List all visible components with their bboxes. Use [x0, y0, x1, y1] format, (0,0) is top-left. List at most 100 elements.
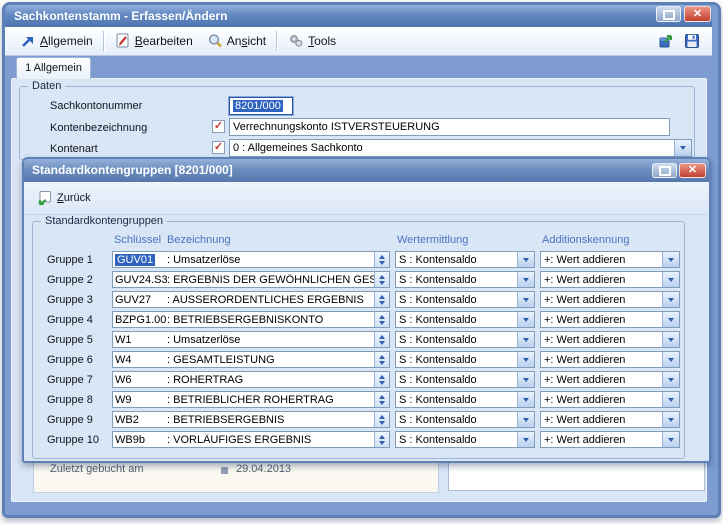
- column-header-schluessel: Schlüssel: [114, 234, 161, 246]
- column-header-additionskennung: Additionskennung: [540, 234, 680, 248]
- chevron-down-icon[interactable]: [662, 392, 679, 407]
- chevron-down-icon[interactable]: [662, 352, 679, 367]
- spinner-icon[interactable]: [374, 252, 389, 267]
- wertermittlung-dropdown-gruppe-8[interactable]: S : Kontensaldo: [395, 391, 535, 408]
- menu-allgemein[interactable]: Allgemein: [13, 31, 100, 51]
- zuletzt-gebucht-label: Zuletzt gebucht am: [50, 463, 144, 475]
- chevron-down-icon[interactable]: [517, 352, 534, 367]
- schluessel-field-gruppe-5[interactable]: W1: Umsatzerlöse: [112, 331, 390, 348]
- export-icon[interactable]: [658, 33, 674, 49]
- spinner-icon[interactable]: [374, 352, 389, 367]
- spinner-icon[interactable]: [374, 412, 389, 427]
- wertermittlung-dropdown-gruppe-7[interactable]: S : Kontensaldo: [395, 371, 535, 388]
- bezeichnung-value: : Umsatzerlöse: [167, 254, 374, 266]
- schluessel-field-gruppe-8[interactable]: W9: BETRIEBLICHER ROHERTRAG: [112, 391, 390, 408]
- dialog-titlebar[interactable]: Standardkontengruppen [8201/000]: [24, 159, 709, 182]
- menu-bearbeiten[interactable]: Bearbeiten: [108, 31, 200, 51]
- chevron-down-icon[interactable]: [517, 412, 534, 427]
- tab-allgemein[interactable]: 1 Allgemein: [16, 57, 91, 79]
- additionskennung-dropdown-gruppe-5[interactable]: +: Wert addieren: [540, 331, 680, 348]
- wertermittlung-dropdown-gruppe-10[interactable]: S : Kontensaldo: [395, 431, 535, 448]
- chevron-down-icon[interactable]: [517, 432, 534, 447]
- menu-ansicht[interactable]: Ansicht: [200, 31, 273, 51]
- additionskennung-dropdown-gruppe-8[interactable]: +: Wert addieren: [540, 391, 680, 408]
- kontenbezeichnung-input[interactable]: Verrechnungskonto ISTVERSTEUERUNG: [229, 118, 670, 136]
- schluessel-field-gruppe-7[interactable]: W6: ROHERTRAG: [112, 371, 390, 388]
- wertermittlung-dropdown-gruppe-1[interactable]: S : Kontensaldo: [395, 251, 535, 268]
- bezeichnung-value: : VORLÄUFIGES ERGEBNIS: [167, 434, 374, 446]
- gruppe-row-label: Gruppe 6: [47, 354, 107, 366]
- spinner-icon[interactable]: [374, 392, 389, 407]
- chevron-down-icon[interactable]: [517, 392, 534, 407]
- wertermittlung-dropdown-gruppe-3[interactable]: S : Kontensaldo: [395, 291, 535, 308]
- main-titlebar[interactable]: Sachkontenstamm - Erfassen/Ändern: [5, 5, 712, 27]
- dialog-toolbar: Zurück: [24, 182, 709, 215]
- additionskennung-dropdown-gruppe-9[interactable]: +: Wert addieren: [540, 411, 680, 428]
- menu-tools[interactable]: Tools: [281, 31, 343, 51]
- schluessel-field-gruppe-6[interactable]: W4: GESAMTLEISTUNG: [112, 351, 390, 368]
- schluessel-field-gruppe-4[interactable]: BZPG1.00: BETRIEBSERGEBNISKONTO: [112, 311, 390, 328]
- chevron-down-icon[interactable]: [517, 372, 534, 387]
- save-icon[interactable]: [684, 33, 700, 49]
- wertermittlung-dropdown-gruppe-2[interactable]: S : Kontensaldo: [395, 271, 535, 288]
- wertermittlung-dropdown-gruppe-5[interactable]: S : Kontensaldo: [395, 331, 535, 348]
- chevron-down-icon[interactable]: [662, 412, 679, 427]
- wertermittlung-dropdown-gruppe-9[interactable]: S : Kontensaldo: [395, 411, 535, 428]
- schluessel-value: W9: [113, 394, 167, 406]
- wertermittlung-dropdown-gruppe-6[interactable]: S : Kontensaldo: [395, 351, 535, 368]
- additionskennung-dropdown-gruppe-6[interactable]: +: Wert addieren: [540, 351, 680, 368]
- kontenart-dropdown[interactable]: 0 : Allgemeines Sachkonto: [229, 139, 692, 157]
- dialog-close-button[interactable]: ✕: [679, 163, 706, 178]
- chevron-down-icon[interactable]: [662, 252, 679, 267]
- screen: Sachkontenstamm - Erfassen/Ändern ✕ Allg…: [0, 0, 723, 524]
- close-button[interactable]: ✕: [684, 6, 711, 22]
- chevron-down-icon[interactable]: [674, 140, 691, 156]
- spinner-icon[interactable]: [374, 312, 389, 327]
- chevron-down-icon[interactable]: [662, 332, 679, 347]
- gruppe-row-label: Gruppe 9: [47, 414, 107, 426]
- additionskennung-dropdown-gruppe-10[interactable]: +: Wert addieren: [540, 431, 680, 448]
- chevron-down-icon[interactable]: [517, 252, 534, 267]
- chevron-down-icon[interactable]: [517, 312, 534, 327]
- additionskennung-dropdown-gruppe-2[interactable]: +: Wert addieren: [540, 271, 680, 288]
- gruppe-row-label: Gruppe 4: [47, 314, 107, 326]
- additionskennung-dropdown-gruppe-4[interactable]: +: Wert addieren: [540, 311, 680, 328]
- schluessel-field-gruppe-1[interactable]: GUV01: Umsatzerlöse: [112, 251, 390, 268]
- chevron-down-icon[interactable]: [517, 272, 534, 287]
- maximize-button[interactable]: [656, 6, 681, 22]
- chevron-down-icon[interactable]: [662, 292, 679, 307]
- edit-page-icon: [115, 33, 131, 49]
- column-header-bezeichnung: Bezeichnung: [167, 234, 231, 246]
- zurueck-button[interactable]: Zurück: [32, 187, 99, 209]
- spinner-icon[interactable]: [374, 432, 389, 447]
- kontenbezeichnung-checkbox[interactable]: ✓: [212, 120, 225, 133]
- additionskennung-dropdown-gruppe-7[interactable]: +: Wert addieren: [540, 371, 680, 388]
- schluessel-field-gruppe-3[interactable]: GUV27: AUSSERORDENTLICHES ERGEBNIS: [112, 291, 390, 308]
- bezeichnung-value: : Umsatzerlöse: [167, 334, 374, 346]
- additionskennung-dropdown-gruppe-1[interactable]: +: Wert addieren: [540, 251, 680, 268]
- spinner-icon[interactable]: [374, 372, 389, 387]
- additionskennung-dropdown-gruppe-3[interactable]: +: Wert addieren: [540, 291, 680, 308]
- chevron-down-icon[interactable]: [662, 272, 679, 287]
- schluessel-field-gruppe-10[interactable]: WB9b: VORLÄUFIGES ERGEBNIS: [112, 431, 390, 448]
- wertermittlung-dropdown-gruppe-4[interactable]: S : Kontensaldo: [395, 311, 535, 328]
- standardkontengruppen-legend: Standardkontengruppen: [41, 215, 167, 227]
- bezeichnung-value: : BETRIEBSERGEBNISKONTO: [167, 314, 374, 326]
- zuletzt-gebucht-value: 29.04.2013: [236, 463, 291, 475]
- schluessel-field-gruppe-2[interactable]: GUV24.S3: ERGEBNIS DER GEWÖHNLICHEN GES: [112, 271, 390, 288]
- chevron-down-icon[interactable]: [662, 432, 679, 447]
- sachkontonummer-input[interactable]: 8201/000: [229, 97, 293, 115]
- chevron-down-icon[interactable]: [517, 332, 534, 347]
- spinner-icon[interactable]: [374, 292, 389, 307]
- spinner-icon[interactable]: [374, 272, 389, 287]
- spinner-icon[interactable]: [374, 332, 389, 347]
- kontenart-checkbox[interactable]: ✓: [212, 141, 225, 154]
- schluessel-field-gruppe-9[interactable]: WB2: BETRIEBSERGEBNIS: [112, 411, 390, 428]
- chevron-down-icon[interactable]: [662, 372, 679, 387]
- gruppe-row-label: Gruppe 10: [47, 434, 107, 446]
- chevron-down-icon[interactable]: [662, 312, 679, 327]
- dialog-maximize-button[interactable]: [652, 163, 677, 178]
- gruppe-row-label: Gruppe 8: [47, 394, 107, 406]
- bezeichnung-value: : BETRIEBSERGEBNIS: [167, 414, 374, 426]
- chevron-down-icon[interactable]: [517, 292, 534, 307]
